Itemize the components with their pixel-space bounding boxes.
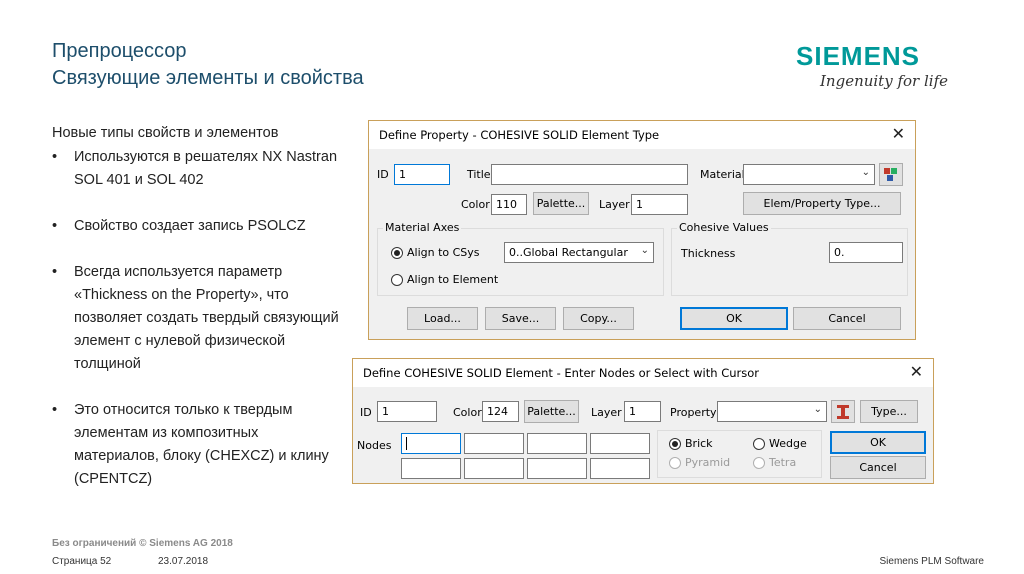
- id-field[interactable]: 1: [394, 164, 450, 185]
- color-field[interactable]: 124: [482, 401, 519, 422]
- lead-text: Новые типы свойств и элементов: [52, 125, 279, 141]
- close-icon[interactable]: ✕: [910, 362, 923, 381]
- dialog-title: Define COHESIVE SOLID Element - Enter No…: [363, 366, 759, 380]
- dialog-titlebar: Define Property - COHESIVE SOLID Element…: [369, 121, 915, 149]
- csys-value: 0..Global Rectangular: [509, 246, 628, 259]
- id-field[interactable]: 1: [377, 401, 437, 422]
- node-field-5[interactable]: [401, 458, 461, 479]
- bullet-item: • Свойство создает запись PSOLCZ: [52, 218, 306, 234]
- csys-select[interactable]: 0..Global Rectangular ⌄: [504, 242, 654, 263]
- layer-label: Layer: [591, 406, 622, 419]
- palette-button[interactable]: Palette...: [524, 400, 579, 423]
- node-field-7[interactable]: [527, 458, 587, 479]
- title-field[interactable]: [491, 164, 688, 185]
- cancel-button[interactable]: Cancel: [830, 456, 926, 479]
- wedge-label: Wedge: [769, 437, 807, 450]
- tetra-label: Tetra: [769, 456, 797, 469]
- layer-label: Layer: [599, 198, 630, 211]
- align-element-label: Align to Element: [407, 273, 499, 286]
- save-button[interactable]: Save...: [485, 307, 556, 330]
- radio-selected-icon: [391, 246, 403, 259]
- property-picker-icon[interactable]: [831, 400, 855, 423]
- radio-unselected-icon: [753, 456, 765, 469]
- copy-button[interactable]: Copy...: [563, 307, 634, 330]
- align-csys-label: Align to CSys: [407, 246, 480, 259]
- wedge-radio[interactable]: Wedge: [753, 437, 807, 450]
- brick-label: Brick: [685, 437, 713, 450]
- color-label: Color: [461, 198, 490, 211]
- title-label: Title: [467, 168, 491, 181]
- node-field-6[interactable]: [464, 458, 524, 479]
- material-picker-icon[interactable]: [879, 163, 903, 186]
- tetra-radio: Tetra: [753, 456, 796, 469]
- radio-unselected-icon: [669, 456, 681, 469]
- footer-date: 23.07.2018: [158, 556, 209, 567]
- property-label: Property: [670, 406, 717, 419]
- material-axes-title: Material Axes: [383, 221, 462, 234]
- bullet-item: • Используются в решателях NX Nastran SOL…: [52, 149, 338, 188]
- close-icon[interactable]: ✕: [892, 124, 905, 143]
- bullet-text: Это относится только к твердым элементам…: [74, 402, 329, 487]
- id-label: ID: [377, 168, 389, 181]
- logo-wordmark: SIEMENS: [796, 41, 921, 71]
- radio-unselected-icon: [391, 273, 403, 286]
- chevron-down-icon: ⌄: [813, 404, 822, 415]
- thickness-label: Thickness: [681, 247, 736, 260]
- chevron-down-icon: ⌄: [640, 245, 649, 256]
- elem-property-type-button[interactable]: Elem/Property Type...: [743, 192, 901, 215]
- align-csys-radio[interactable]: Align to CSys: [391, 246, 480, 259]
- node-field-3[interactable]: [527, 433, 587, 454]
- bullet-item: • Это относится только к твердым элемента…: [52, 402, 329, 487]
- type-button[interactable]: Type...: [860, 400, 918, 423]
- node-field-1[interactable]: [401, 433, 461, 454]
- property-select[interactable]: ⌄: [717, 401, 827, 422]
- ok-button[interactable]: OK: [830, 431, 926, 454]
- radio-unselected-icon: [753, 437, 765, 450]
- layer-field[interactable]: 1: [624, 401, 661, 422]
- footer-company: Siemens PLM Software: [879, 556, 985, 567]
- node-field-8[interactable]: [590, 458, 650, 479]
- bullet-text: Свойство создает запись PSOLCZ: [74, 218, 306, 234]
- palette-button[interactable]: Palette...: [533, 192, 589, 215]
- pyramid-radio: Pyramid: [669, 456, 730, 469]
- ok-button[interactable]: OK: [680, 307, 788, 330]
- node-field-2[interactable]: [464, 433, 524, 454]
- footer-copyright: Без ограничений © Siemens AG 2018: [52, 538, 233, 549]
- nodes-label: Nodes: [357, 439, 392, 452]
- slide-subtitle: Связующие элементы и свойства: [52, 67, 364, 89]
- node-field-4[interactable]: [590, 433, 650, 454]
- chevron-down-icon: ⌄: [861, 167, 870, 178]
- material-select[interactable]: ⌄: [743, 164, 875, 185]
- bullet-item: • Всегда используется параметр «Thickness…: [52, 264, 339, 372]
- cancel-button[interactable]: Cancel: [793, 307, 901, 330]
- color-field[interactable]: 110: [491, 194, 527, 215]
- brick-radio[interactable]: Brick: [669, 437, 713, 450]
- dialog-titlebar: Define COHESIVE SOLID Element - Enter No…: [353, 359, 933, 387]
- bullet-text: Используются в решателях NX Nastran SOL …: [74, 149, 338, 188]
- id-label: ID: [360, 406, 372, 419]
- siemens-logo: SIEMENS Ingenuity for life: [796, 42, 948, 90]
- thickness-field[interactable]: 0.: [829, 242, 903, 263]
- define-element-dialog: Define COHESIVE SOLID Element - Enter No…: [352, 358, 934, 484]
- body-text: Новые типы свойств и элементов • Использу…: [52, 122, 342, 514]
- radio-selected-icon: [669, 437, 681, 450]
- footer-page-number: Страница 52: [52, 556, 112, 567]
- logo-tagline: Ingenuity for life: [820, 72, 948, 90]
- layer-field[interactable]: 1: [631, 194, 688, 215]
- slide-title: Препроцессор: [52, 40, 187, 62]
- define-property-dialog: Define Property - COHESIVE SOLID Element…: [368, 120, 916, 340]
- pyramid-label: Pyramid: [685, 456, 731, 469]
- bullet-text: Всегда используется параметр «Thickness …: [74, 264, 339, 372]
- dialog-title: Define Property - COHESIVE SOLID Element…: [379, 128, 660, 142]
- cohesive-values-title: Cohesive Values: [677, 221, 771, 234]
- color-label: Color: [453, 406, 482, 419]
- load-button[interactable]: Load...: [407, 307, 478, 330]
- align-element-radio[interactable]: Align to Element: [391, 273, 498, 286]
- material-label: Material: [700, 168, 745, 181]
